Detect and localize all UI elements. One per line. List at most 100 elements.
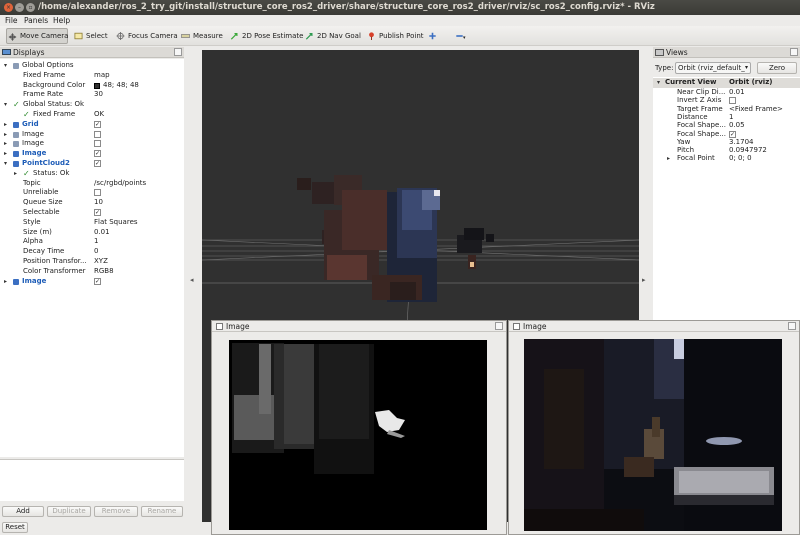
display-row[interactable]: Topic/sc/rgbd/points <box>0 179 184 189</box>
display-row[interactable]: ▸ Image ✓ <box>0 149 184 159</box>
display-row-value[interactable]: 48; 48; 48 <box>103 81 139 91</box>
display-row[interactable]: Color Transformer RGB8 <box>0 267 184 277</box>
display-row[interactable]: Size (m) 0.01 <box>0 228 184 238</box>
display-row[interactable]: Selectable ✓ <box>0 208 184 218</box>
views-type-label: Type: <box>655 64 674 72</box>
display-row-value[interactable]: 10 <box>94 198 103 208</box>
display-row[interactable]: Position Transfor... XYZ <box>0 257 184 267</box>
display-row[interactable]: Queue Size 10 <box>0 198 184 208</box>
window-menu-icon[interactable] <box>216 323 223 330</box>
tool-measure[interactable]: Measure <box>180 28 223 44</box>
display-row-value[interactable]: 0.01 <box>94 228 110 238</box>
display-row-label: Grid <box>22 119 39 128</box>
displays-tree[interactable]: ▾ Global Options Fixed Frame map Background … <box>0 59 184 457</box>
zero-button[interactable]: Zero <box>757 62 797 74</box>
minimize-window-button[interactable]: – <box>15 3 24 12</box>
display-row-value[interactable]: 0 <box>94 247 98 257</box>
image-window-depth[interactable]: Image <box>211 320 507 535</box>
display-row[interactable]: ▾ PointCloud2 ✓ <box>0 159 184 169</box>
view-property-checkbox[interactable] <box>729 97 736 105</box>
expand-arrow-icon[interactable]: ▸ <box>4 149 7 159</box>
tool-2d-nav-goal[interactable]: 2D Nav Goal <box>304 28 361 44</box>
expand-arrow-icon[interactable]: ▸ <box>4 120 7 130</box>
depth-image <box>229 340 487 530</box>
display-row-label: Frame Rate <box>23 90 64 99</box>
enable-checkbox[interactable] <box>94 130 101 138</box>
display-row[interactable]: ✓ Fixed Frame OK <box>0 110 184 120</box>
expand-arrow-icon[interactable]: ▸ <box>4 139 7 149</box>
display-row-value[interactable]: 1 <box>94 237 98 247</box>
enable-checkbox[interactable] <box>94 189 101 197</box>
expand-arrow-icon[interactable]: ▾ <box>4 100 7 110</box>
enable-checkbox[interactable]: ✓ <box>94 160 101 167</box>
enable-checkbox[interactable]: ✓ <box>94 277 101 285</box>
menu-help[interactable]: Help <box>53 15 70 26</box>
display-row-label: Size (m) <box>23 227 52 236</box>
tool-publish-point[interactable]: Publish Point <box>366 28 424 44</box>
display-row[interactable]: Fixed Frame map <box>0 71 184 81</box>
display-row[interactable]: Background Color 48; 48; 48 <box>0 81 184 91</box>
display-row[interactable]: Frame Rate 30 <box>0 90 184 100</box>
expand-arrow-icon[interactable]: ▸ <box>667 154 670 164</box>
display-row[interactable]: ▸ Image ✓ <box>0 277 184 287</box>
display-row-value[interactable]: /sc/rgbd/points <box>94 179 146 189</box>
expand-arrow-icon[interactable]: ▸ <box>4 130 7 140</box>
remove-tool-button[interactable]: ▾ <box>454 28 466 44</box>
tool-focus-camera[interactable]: Focus Camera <box>115 28 178 44</box>
view-property-checkbox[interactable]: ✓ <box>729 130 736 138</box>
enable-checkbox[interactable]: ✓ <box>94 209 101 216</box>
add-display-button[interactable]: Add <box>2 506 44 517</box>
image-window-close-button[interactable] <box>495 322 503 330</box>
left-splitter[interactable]: ◂ <box>188 50 199 522</box>
display-row[interactable]: ▸ Image <box>0 130 184 140</box>
tool-2d-pose-estimate[interactable]: 2D Pose Estimate <box>229 28 303 44</box>
display-row-value[interactable]: 30 <box>94 90 103 100</box>
view-property-row[interactable]: ▸ Focal Point 0; 0; 0 <box>653 154 800 164</box>
display-row[interactable]: ▸ ✓ Status: Ok <box>0 169 184 179</box>
image-window-close-button[interactable] <box>788 322 796 330</box>
display-row[interactable]: ▸ Image <box>0 139 184 149</box>
display-row[interactable]: ▸ Grid ✓ <box>0 120 184 130</box>
tool-select[interactable]: Select <box>73 28 108 44</box>
display-row[interactable]: ▾ ✓ Global Status: Ok <box>0 100 184 110</box>
display-row[interactable]: Alpha 1 <box>0 237 184 247</box>
menu-file[interactable]: File <box>5 15 18 26</box>
expand-arrow-icon[interactable]: ▸ <box>4 277 7 287</box>
remove-display-button[interactable]: Remove <box>94 506 138 517</box>
current-view-row[interactable]: ▾ Current View Orbit (rviz) <box>653 78 800 88</box>
view-property-value[interactable]: 0; 0; 0 <box>729 154 752 164</box>
duplicate-display-button[interactable]: Duplicate <box>47 506 91 517</box>
display-row-label: PointCloud2 <box>22 159 70 167</box>
enable-checkbox[interactable]: ✓ <box>94 120 101 128</box>
window-menu-icon[interactable] <box>513 323 520 330</box>
color-swatch[interactable] <box>94 82 100 89</box>
display-row[interactable]: ▾ Global Options <box>0 61 184 71</box>
display-row-value[interactable]: OK <box>94 110 104 120</box>
displays-undock-button[interactable] <box>174 48 182 56</box>
display-row-value[interactable]: XYZ <box>94 257 108 267</box>
maximize-window-button[interactable]: ▫ <box>26 3 35 12</box>
image-window-rgb[interactable]: Image <box>508 320 800 535</box>
expand-arrow-icon[interactable]: ▾ <box>4 61 7 71</box>
enable-checkbox[interactable] <box>94 140 101 148</box>
display-row-value[interactable]: RGB8 <box>94 267 114 277</box>
expand-arrow-icon[interactable]: ▸ <box>14 169 17 179</box>
add-tool-button[interactable] <box>427 28 437 44</box>
display-row[interactable]: Decay Time 0 <box>0 247 184 257</box>
display-row[interactable]: Unreliable <box>0 188 184 198</box>
display-row[interactable]: Style Flat Squares <box>0 218 184 228</box>
tool-move-camera[interactable]: Move Camera <box>6 28 68 44</box>
expand-arrow-icon[interactable]: ▾ <box>4 159 7 169</box>
menu-panels[interactable]: Panels <box>24 15 48 26</box>
display-row-value[interactable]: map <box>94 71 110 81</box>
views-type-select[interactable]: Orbit (rviz_default_ ▾ <box>675 62 751 74</box>
enable-checkbox[interactable]: ✓ <box>94 150 101 158</box>
rename-display-button[interactable]: Rename <box>141 506 183 517</box>
image-window-header: Image <box>509 321 799 332</box>
nav-goal-icon <box>305 33 313 40</box>
reset-button[interactable]: Reset <box>2 522 28 533</box>
views-tree[interactable]: ▾ Current View Orbit (rviz) Near Clip Di… <box>653 77 800 323</box>
close-window-button[interactable]: × <box>4 3 13 12</box>
display-row-value[interactable]: Flat Squares <box>94 218 138 228</box>
views-undock-button[interactable] <box>790 48 798 56</box>
